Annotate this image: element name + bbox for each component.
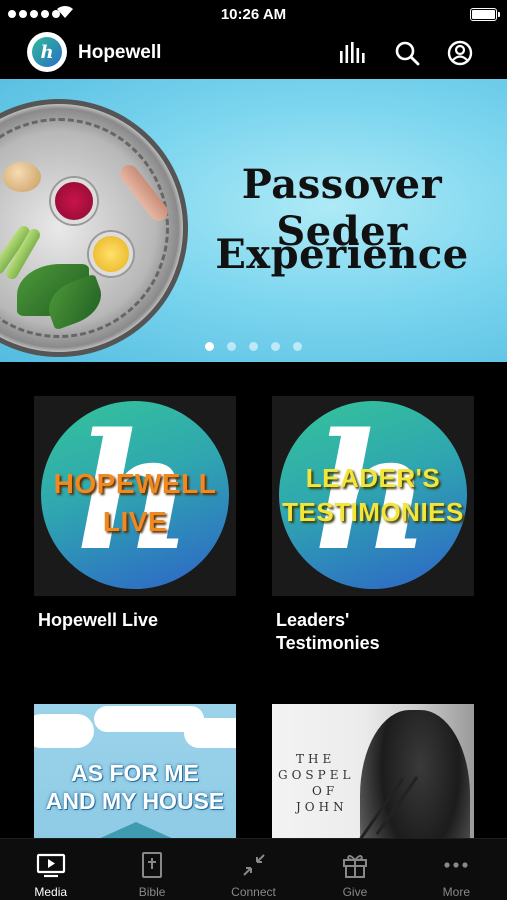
media-card-label: Hopewell Live	[38, 610, 159, 630]
thumb-text-line1: THE	[296, 752, 336, 766]
tab-label: More	[442, 885, 470, 899]
media-card-gospel-of-john[interactable]: THE GOSPEL OF JOHN	[272, 704, 474, 838]
connect-icon	[239, 851, 269, 879]
media-thumbnail: THE GOSPEL OF JOHN	[272, 704, 474, 838]
carousel-dot[interactable]	[205, 342, 214, 351]
logo-letter: h	[32, 37, 62, 67]
media-card-as-for-me[interactable]: AS FOR ME AND MY HOUSE	[34, 704, 236, 838]
tab-label: Bible	[138, 885, 166, 899]
thumb-text-line1: LEADER'S	[305, 463, 441, 493]
carousel-dot[interactable]	[249, 342, 258, 351]
banner-title-line2: Experience	[215, 231, 469, 278]
status-bar: 10:26 AM	[0, 0, 507, 28]
thumb-text-line2: AND MY HOUSE	[45, 788, 225, 814]
tab-media[interactable]: Media	[0, 839, 101, 900]
search-icon[interactable]	[392, 38, 422, 68]
carousel-dot[interactable]	[227, 342, 236, 351]
thumb-text-line4: JOHN	[296, 800, 348, 814]
bottom-tab-bar: Media Bible Connect Give More	[0, 838, 507, 900]
featured-banner[interactable]: Passover Seder Experience	[0, 79, 507, 362]
thumb-text-line2: LIVE	[102, 506, 168, 537]
account-icon[interactable]	[445, 38, 475, 68]
tab-label: Media	[34, 885, 68, 899]
carousel-pagination[interactable]	[205, 342, 302, 351]
app-header: h Hopewell	[0, 28, 507, 78]
video-icon	[36, 851, 66, 879]
media-thumbnail: AS FOR ME AND MY HOUSE	[34, 704, 236, 838]
thumb-text-line1: AS FOR ME	[71, 760, 199, 786]
seder-plate-image	[0, 99, 188, 357]
more-icon	[441, 851, 471, 879]
media-card-hopewell-live[interactable]: h HOPEWELL LIVE Hopewell Live	[34, 396, 236, 630]
status-time: 10:26 AM	[220, 6, 287, 23]
thumb-text-line1: HOPEWELL	[53, 468, 217, 499]
tab-more[interactable]: More	[406, 839, 507, 900]
media-thumbnail: h LEADER'S TESTIMONIES	[272, 396, 474, 596]
media-card-label-line2: Testimonies	[276, 633, 380, 653]
media-thumbnail: h HOPEWELL LIVE	[34, 396, 236, 596]
tab-bible[interactable]: Bible	[101, 839, 202, 900]
carousel-dot[interactable]	[293, 342, 302, 351]
gift-icon	[340, 851, 370, 879]
media-card-label-line1: Leaders'	[276, 610, 350, 630]
tab-give[interactable]: Give	[304, 839, 405, 900]
thumb-text-line3: OF	[312, 784, 339, 798]
thumb-text-line2: GOSPEL	[278, 768, 355, 782]
tab-label: Connect	[231, 885, 276, 899]
equalizer-icon[interactable]	[337, 38, 367, 68]
app-title: Hopewell	[78, 42, 162, 63]
tab-label: Give	[342, 885, 368, 899]
media-card-leaders-testimonies[interactable]: h LEADER'S TESTIMONIES Leaders' Testimon…	[272, 396, 474, 653]
battery-icon	[470, 8, 500, 21]
tab-connect[interactable]: Connect	[203, 839, 304, 900]
bible-icon	[137, 851, 167, 879]
app-logo[interactable]: h	[27, 32, 67, 72]
thumb-text-line2: TESTIMONIES	[282, 497, 464, 527]
carousel-dot[interactable]	[271, 342, 280, 351]
